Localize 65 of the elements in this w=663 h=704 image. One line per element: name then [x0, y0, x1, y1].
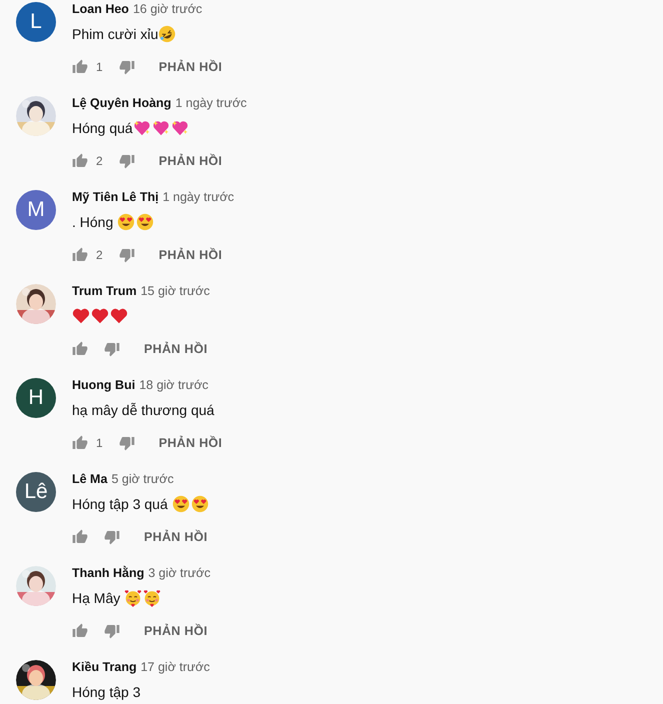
avatar[interactable]: L — [16, 2, 56, 42]
author-name[interactable]: Huong Bui — [72, 378, 136, 392]
comment-time[interactable]: 17 giờ trước — [140, 660, 210, 674]
comment-time[interactable]: 3 giờ trước — [148, 566, 210, 580]
thumbs-down-icon[interactable] — [118, 435, 135, 451]
comment-time[interactable]: 18 giờ trước — [139, 378, 208, 392]
thumbs-down-icon[interactable] — [118, 247, 135, 263]
heart-icon — [110, 307, 128, 325]
author-name[interactable]: Lê Ma — [72, 472, 108, 486]
heart-eyes-emoji-icon — [136, 213, 154, 231]
reply-button[interactable]: PHẢN HỒI — [158, 154, 222, 168]
sparkling-heart-icon — [170, 119, 189, 137]
thumbs-up-icon[interactable] — [72, 623, 88, 639]
thumbs-down-icon[interactable] — [104, 341, 120, 357]
smiling-hearts-emoji-icon — [124, 589, 142, 607]
author-name[interactable]: Thanh Hằng — [72, 566, 144, 580]
thumbs-up-icon[interactable] — [72, 153, 88, 169]
author-name[interactable]: Trum Trum — [72, 284, 137, 298]
thumbs-up-icon[interactable] — [72, 529, 88, 545]
comment-time[interactable]: 15 giờ trước — [140, 284, 210, 298]
like-count: 2 — [96, 154, 103, 168]
heart-eyes-emoji-icon — [117, 213, 136, 231]
thumbs-down-icon[interactable] — [118, 153, 135, 169]
comment-time[interactable]: 1 ngày trước — [162, 190, 234, 204]
sparkling-heart-icon — [152, 119, 170, 137]
author-name[interactable]: Mỹ Tiên Lê Thị — [72, 190, 159, 204]
comment-time[interactable]: 1 ngày trước — [175, 96, 247, 110]
thumbs-up-icon[interactable] — [72, 341, 88, 357]
comment-text: Hạ Mây — [72, 590, 122, 606]
comment-time[interactable]: 5 giờ trước — [111, 472, 174, 486]
comment-text: . Hóng — [72, 214, 114, 230]
heart-eyes-emoji-icon — [190, 495, 209, 513]
like-count: 1 — [96, 436, 103, 450]
thumbs-down-icon[interactable] — [104, 529, 120, 545]
heart-eyes-emoji-icon — [172, 495, 190, 513]
avatar[interactable]: M — [16, 190, 56, 230]
heart-icon — [91, 307, 109, 325]
comment-text: hạ mây dễ thương quá — [72, 402, 214, 418]
thumbs-up-icon[interactable] — [72, 435, 88, 451]
thumbs-down-icon[interactable] — [104, 623, 120, 639]
heart-icon — [72, 307, 90, 325]
author-name[interactable]: Loan Heo — [72, 2, 129, 16]
laughing-emoji-icon — [158, 25, 176, 43]
reply-button[interactable]: PHẢN HỒI — [158, 436, 222, 450]
comment-text: Hóng quá — [72, 120, 133, 136]
thumbs-up-icon[interactable] — [72, 247, 88, 263]
reply-button[interactable]: PHẢN HỒI — [158, 60, 222, 74]
comment-text: Hóng tập 3 — [72, 684, 140, 700]
reply-button[interactable]: PHẢN HỒI — [144, 530, 208, 544]
author-name[interactable]: Kiều Trang — [72, 660, 137, 674]
sparkling-heart-icon — [132, 119, 151, 137]
like-count: 2 — [96, 248, 103, 262]
reply-button[interactable]: PHẢN HỒI — [144, 342, 208, 356]
comment-time[interactable]: 16 giờ trước — [132, 2, 202, 16]
smiling-hearts-emoji-icon — [143, 589, 162, 607]
reply-button[interactable]: PHẢN HỒI — [158, 248, 222, 262]
thumbs-up-icon[interactable] — [72, 59, 88, 75]
comment-text: Hóng tập 3 quá — [72, 496, 169, 512]
like-count: 1 — [96, 60, 103, 74]
avatar[interactable]: Lê — [16, 472, 56, 512]
thumbs-down-icon[interactable] — [118, 59, 135, 75]
avatar[interactable]: H — [16, 378, 56, 418]
reply-button[interactable]: PHẢN HỒI — [144, 624, 208, 638]
comment-text: Phim cười xỉu — [72, 26, 158, 42]
author-name[interactable]: Lệ Quyên Hoàng — [72, 96, 172, 110]
